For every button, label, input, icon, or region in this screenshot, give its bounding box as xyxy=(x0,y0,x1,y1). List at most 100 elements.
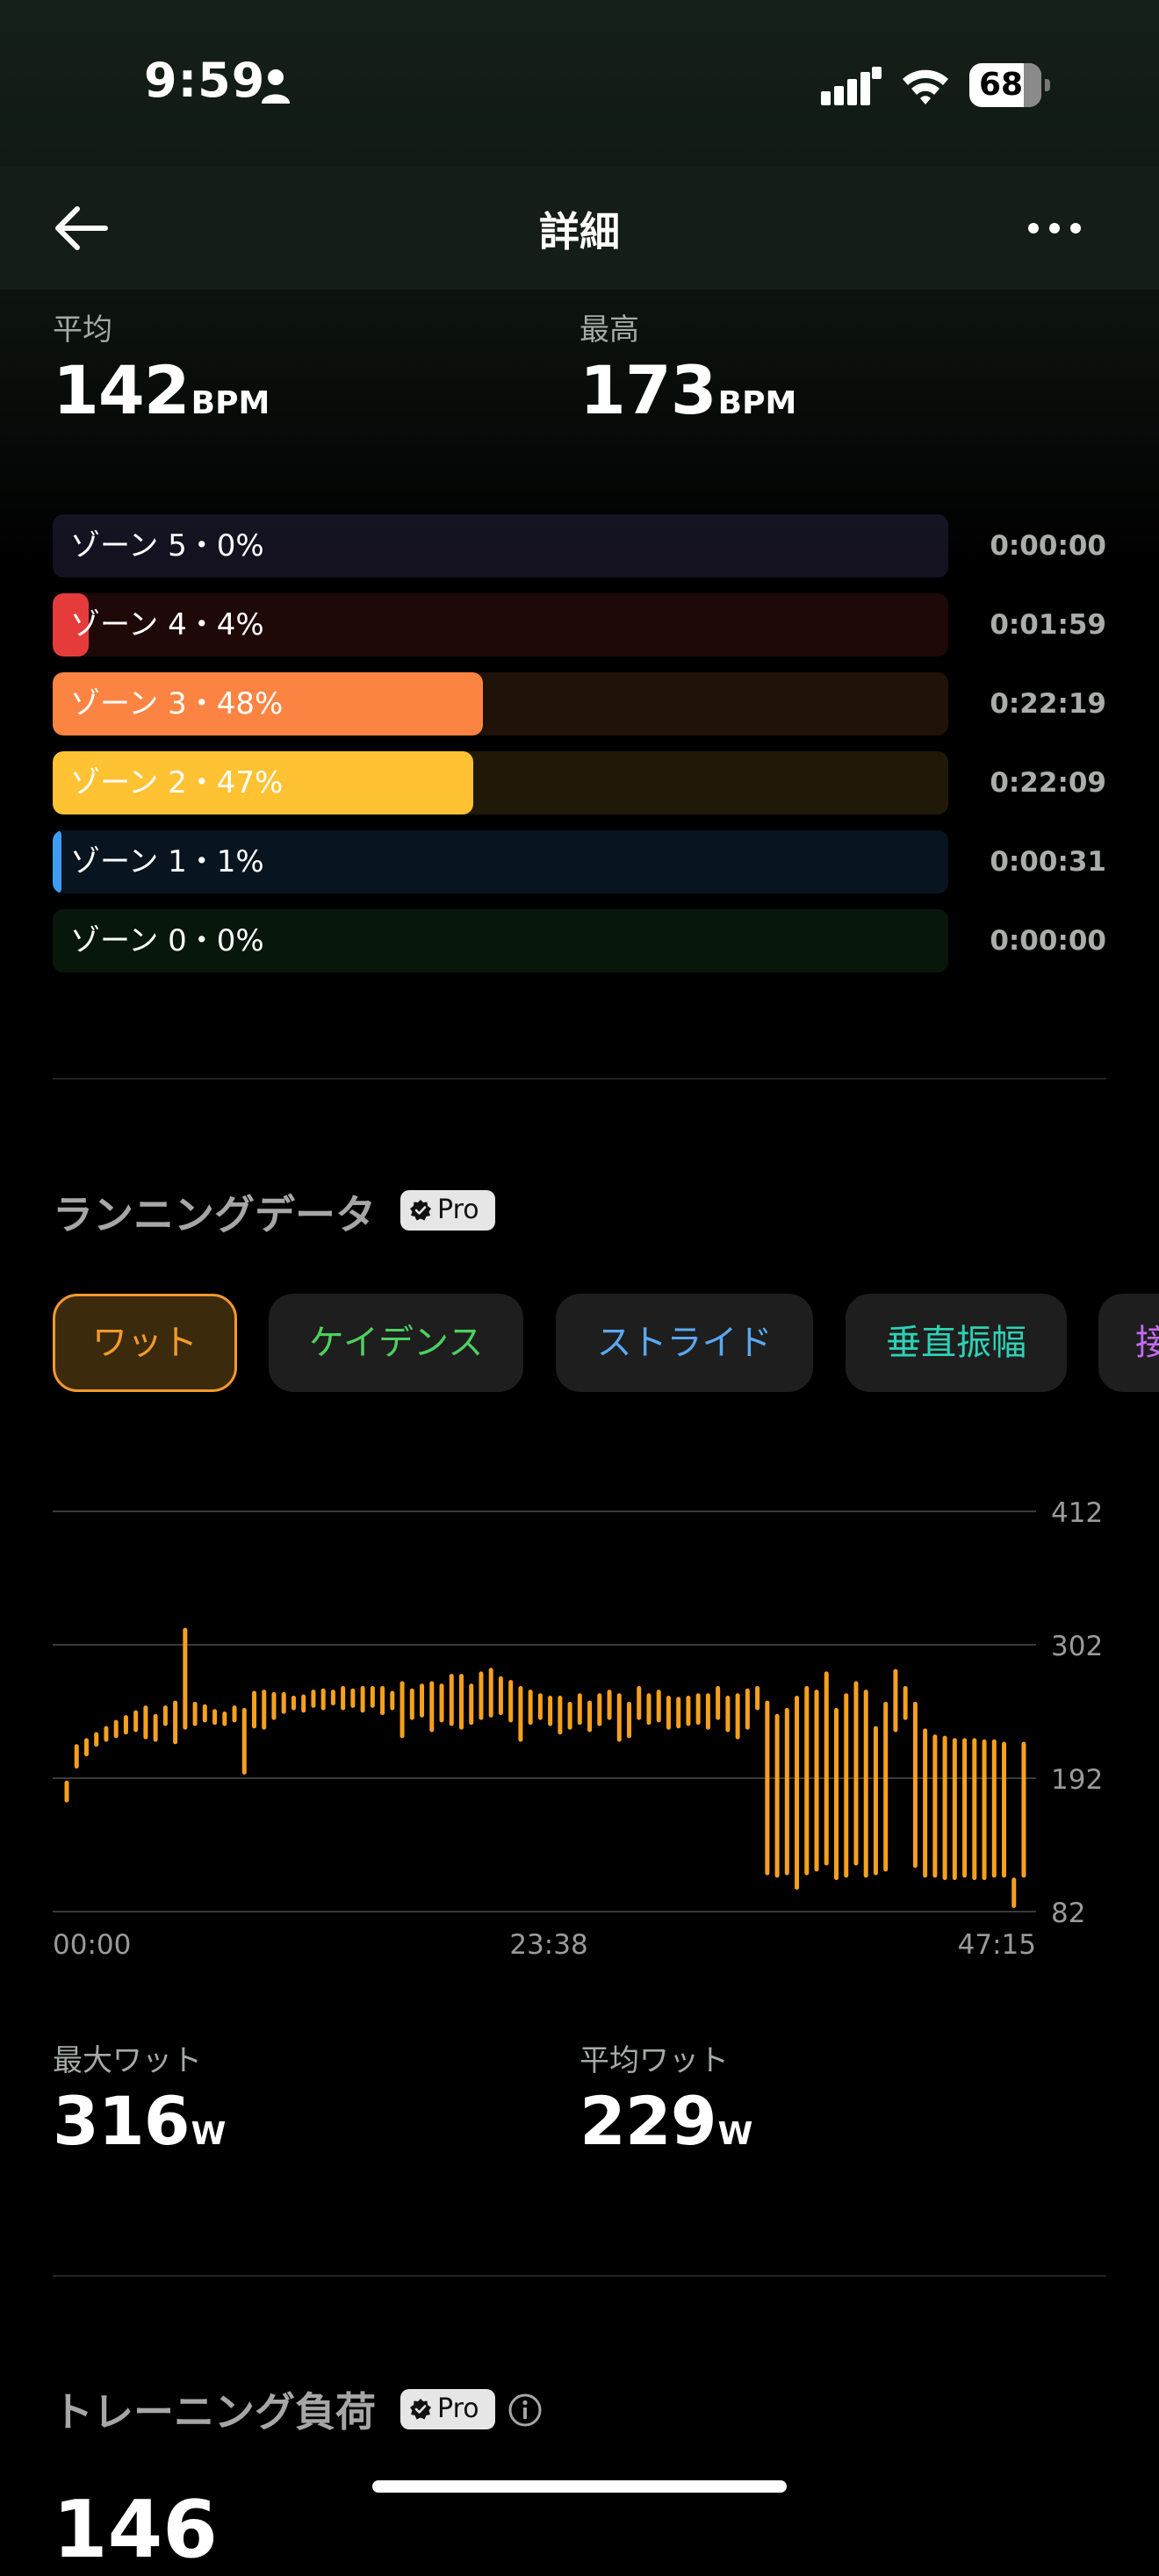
info-icon[interactable] xyxy=(508,2393,543,2428)
watt-bar xyxy=(301,1694,306,1713)
zone-row: ゾーン 1・1% 0:00:31 xyxy=(53,830,1106,893)
watt-bar xyxy=(903,1685,908,1720)
zone-row: ゾーン 0・0% 0:00:00 xyxy=(53,909,1106,972)
watt-bar xyxy=(972,1738,977,1881)
watt-bar xyxy=(192,1701,198,1726)
watt-bar xyxy=(824,1671,829,1866)
max-heart-rate-value: 173BPM xyxy=(580,351,796,429)
divider xyxy=(53,1078,1106,1080)
max-watts-label: 最大ワット xyxy=(53,2043,202,2078)
pro-label: Pro xyxy=(437,2393,479,2424)
watt-bar xyxy=(774,1713,780,1878)
y-tick-label: 302 xyxy=(1051,1631,1103,1662)
tab-vertical-oscillation[interactable]: 垂直振幅 xyxy=(846,1294,1067,1392)
watts-chart-svg: 412 302 192 82 00:00 23:38 47:15 xyxy=(53,1497,1103,1961)
y-tick-label: 82 xyxy=(1051,1898,1085,1929)
watt-bar xyxy=(1002,1741,1007,1878)
watt-bar xyxy=(1011,1877,1017,1908)
watt-bar xyxy=(991,1739,997,1878)
max-watts-number: 316 xyxy=(53,2082,191,2160)
watt-bar xyxy=(153,1713,158,1742)
watt-bar xyxy=(893,1668,898,1733)
watt-bar xyxy=(1021,1741,1026,1878)
watt-bar xyxy=(162,1705,168,1726)
watt-bar xyxy=(735,1693,740,1740)
watt-bar xyxy=(646,1693,651,1726)
watt-bar xyxy=(409,1688,414,1720)
pro-badge: Pro xyxy=(400,2389,495,2429)
tab-cadence[interactable]: ケイデンス xyxy=(269,1294,523,1392)
watt-bar xyxy=(113,1719,119,1739)
more-options-icon[interactable] xyxy=(1026,211,1083,246)
watt-bar xyxy=(814,1690,819,1872)
watt-bar xyxy=(558,1696,563,1735)
watt-bar xyxy=(518,1685,523,1742)
max-watts-unit: W xyxy=(191,2116,227,2152)
verified-badge-icon xyxy=(410,1200,431,1221)
page-title: 詳細 xyxy=(539,208,620,255)
watt-bar xyxy=(923,1728,928,1878)
watt-bar xyxy=(212,1709,218,1726)
watt-bar xyxy=(804,1685,810,1876)
tab-label: 垂直振幅 xyxy=(886,1323,1026,1363)
running-data-title: ランニングデータ xyxy=(53,1191,376,1238)
watt-bar xyxy=(479,1671,484,1720)
zone-label: ゾーン 1・1% xyxy=(70,844,264,879)
watt-bar xyxy=(330,1690,335,1706)
watt-bar xyxy=(765,1700,770,1876)
watt-bar xyxy=(390,1690,395,1711)
zone-label: ゾーン 2・47% xyxy=(70,765,284,800)
zone-time: 0:00:00 xyxy=(990,530,1106,562)
max-heart-rate-unit: BPM xyxy=(717,385,797,421)
watt-bar xyxy=(784,1707,789,1876)
watt-bar xyxy=(853,1681,859,1866)
watt-bar xyxy=(232,1705,237,1723)
tab-stride[interactable]: ストライド xyxy=(556,1294,813,1392)
watt-bar xyxy=(64,1780,69,1803)
watt-bar xyxy=(341,1685,346,1711)
watt-bar xyxy=(458,1674,464,1730)
x-tick-label: 00:00 xyxy=(53,1929,131,1961)
watt-bar xyxy=(656,1690,661,1723)
watt-bar xyxy=(311,1690,316,1708)
verified-badge-icon xyxy=(410,2399,431,2420)
watt-bar xyxy=(873,1726,878,1876)
watt-bar xyxy=(607,1690,612,1720)
tab-label: 接 xyxy=(1135,1323,1159,1363)
zone-row: ゾーン 4・4% 0:01:59 xyxy=(53,593,1106,657)
metric-tabs: ワット ケイデンス ストライド 垂直振幅 接 xyxy=(0,1294,1159,1392)
tab-watts[interactable]: ワット xyxy=(53,1294,237,1392)
watt-bar xyxy=(360,1685,365,1713)
watt-bar xyxy=(143,1705,148,1740)
zone-label: ゾーン 5・0% xyxy=(70,528,264,563)
watt-bar xyxy=(577,1693,582,1726)
watt-bar xyxy=(104,1726,109,1742)
watt-bar xyxy=(795,1696,800,1891)
watt-bar xyxy=(222,1711,227,1726)
zone-label: ゾーン 4・4% xyxy=(70,607,264,642)
zone-row: ゾーン 3・48% 0:22:19 xyxy=(53,672,1106,735)
home-indicator[interactable] xyxy=(372,2480,787,2493)
watt-bar xyxy=(912,1701,918,1869)
tab-ground-contact[interactable]: 接 xyxy=(1098,1294,1159,1392)
watt-bar xyxy=(173,1700,178,1745)
zone-time: 0:01:59 xyxy=(990,609,1106,641)
watt-bar xyxy=(74,1744,79,1769)
zone-label: ゾーン 3・48% xyxy=(70,686,284,721)
status-time: 9:59 xyxy=(144,53,266,108)
watt-bar xyxy=(637,1685,642,1720)
avg-heart-rate-label: 平均 xyxy=(53,312,112,348)
tab-label: ストライド xyxy=(596,1323,773,1363)
watt-bar xyxy=(942,1735,947,1881)
divider xyxy=(53,2275,1106,2277)
watt-bar xyxy=(94,1732,99,1747)
watts-chart: 412 302 192 82 00:00 23:38 47:15 xyxy=(0,1457,1159,1984)
watt-bar xyxy=(548,1696,553,1726)
watt-bar xyxy=(320,1688,326,1711)
y-tick-label: 192 xyxy=(1051,1764,1103,1796)
x-tick-label: 47:15 xyxy=(958,1929,1036,1961)
max-watts-value: 316W xyxy=(53,2082,226,2160)
watt-bar xyxy=(666,1696,671,1730)
watt-bar xyxy=(952,1738,957,1881)
watt-bar xyxy=(695,1693,701,1726)
